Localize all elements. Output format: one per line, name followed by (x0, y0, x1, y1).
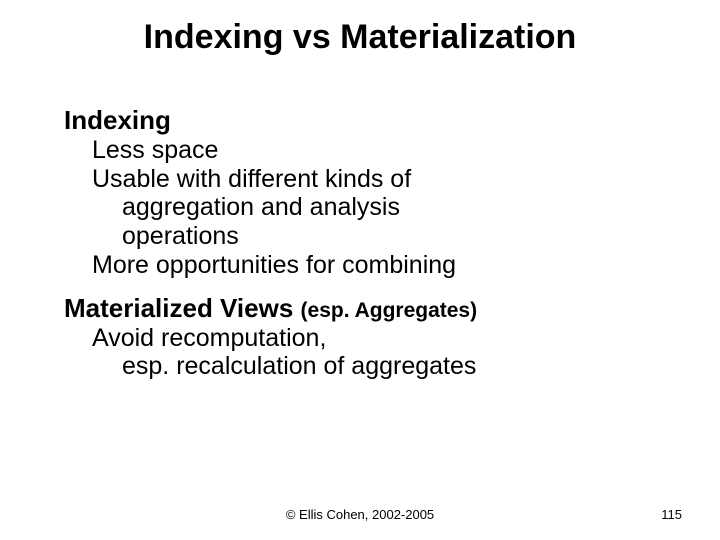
indexing-bullet-2: Usable with different kinds of aggregati… (92, 165, 664, 251)
footer-copyright: © Ellis Cohen, 2002-2005 (0, 507, 720, 522)
slide-body: Indexing Less space Usable with differen… (64, 100, 664, 381)
section-indexing-heading: Indexing (64, 106, 664, 136)
materialized-heading-qualifier: (esp. Aggregates) (301, 299, 478, 322)
slide: Indexing vs Materialization Indexing Les… (0, 0, 720, 540)
indexing-bullet-2-line3: operations (92, 222, 664, 251)
slide-title: Indexing vs Materialization (0, 18, 720, 57)
section-materialized-heading: Materialized Views (esp. Aggregates) (64, 294, 664, 324)
materialized-bullet-1: Avoid recomputation, esp. recalculation … (92, 324, 664, 382)
materialized-bullet-1-line2: esp. recalculation of aggregates (92, 352, 664, 381)
indexing-bullet-2-line2: aggregation and analysis (92, 193, 664, 222)
indexing-bullet-2-line1: Usable with different kinds of (92, 165, 411, 193)
materialized-heading-text: Materialized Views (64, 293, 301, 323)
materialized-bullet-1-line1: Avoid recomputation, (92, 324, 326, 352)
indexing-bullet-3: More opportunities for combining (92, 251, 664, 280)
footer-page-number: 115 (661, 507, 682, 522)
indexing-bullet-1: Less space (92, 136, 664, 165)
